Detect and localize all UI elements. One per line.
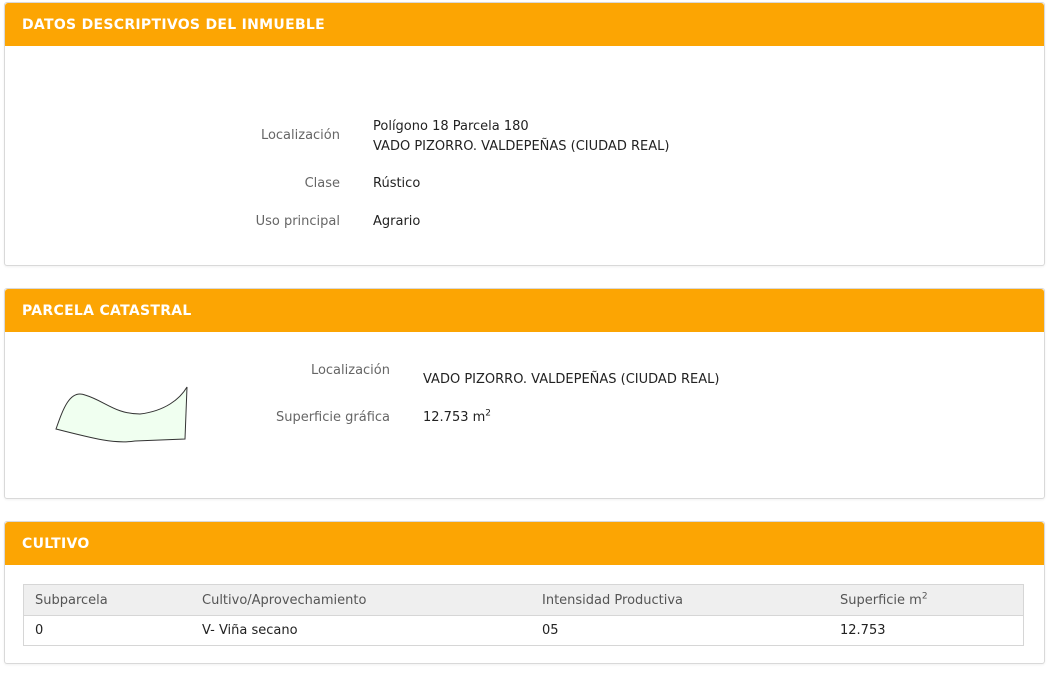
header-superficie-label: Superficie m	[840, 592, 922, 608]
cell-superficie: 12.753	[829, 615, 1024, 646]
superficie-grafica-number: 12.753 m	[423, 410, 486, 425]
datos-descriptivos-panel: DATOS DESCRIPTIVOS DEL INMUEBLE Localiza…	[4, 2, 1045, 266]
datos-descriptivos-title: DATOS DESCRIPTIVOS DEL INMUEBLE	[5, 3, 1044, 46]
localizacion-value-line2: VADO PIZORRO. VALDEPEÑAS (CIUDAD REAL)	[373, 139, 670, 154]
localizacion-label: Localización	[260, 128, 340, 143]
parcel-polygon	[55, 386, 188, 443]
parcela-catastral-panel: PARCELA CATASTRAL Localización VADO PIZO…	[4, 288, 1045, 499]
uso-principal-label: Uso principal	[255, 214, 340, 229]
cell-cultivo: V- Viña secano	[191, 615, 531, 646]
superficie-grafica-label: Superficie gráfica	[275, 410, 390, 425]
parcela-localizacion-value: VADO PIZORRO. VALDEPEÑAS (CIUDAD REAL)	[423, 372, 720, 387]
cell-intensidad: 05	[531, 615, 829, 646]
superficie-grafica-exponent: 2	[485, 408, 492, 419]
localizacion-value-line1: Polígono 18 Parcela 180	[373, 119, 529, 134]
header-superficie: Superficie m2	[829, 584, 1024, 616]
header-intensidad: Intensidad Productiva	[531, 584, 829, 616]
cultivo-title: CULTIVO	[5, 522, 1044, 565]
clase-label: Clase	[304, 176, 340, 191]
uso-principal-value: Agrario	[373, 214, 421, 229]
clase-value: Rústico	[373, 176, 421, 191]
table-row: 0 V- Viña secano 05 12.753	[23, 615, 1024, 646]
cultivo-panel: CULTIVO Subparcela Cultivo/Aprovechamien…	[4, 521, 1045, 664]
parcela-localizacion-label: Localización	[310, 363, 390, 378]
cultivo-table: Subparcela Cultivo/Aprovechamiento Inten…	[23, 584, 1024, 646]
header-superficie-exponent: 2	[921, 591, 928, 602]
table-header-row: Subparcela Cultivo/Aprovechamiento Inten…	[23, 584, 1024, 616]
header-subparcela: Subparcela	[23, 584, 191, 616]
superficie-grafica-value: 12.753 m2	[423, 408, 491, 428]
header-cultivo: Cultivo/Aprovechamiento	[191, 584, 531, 616]
parcel-shape-thumbnail[interactable]	[45, 379, 205, 449]
parcela-catastral-title: PARCELA CATASTRAL	[5, 289, 1044, 332]
cell-subparcela: 0	[23, 615, 191, 646]
